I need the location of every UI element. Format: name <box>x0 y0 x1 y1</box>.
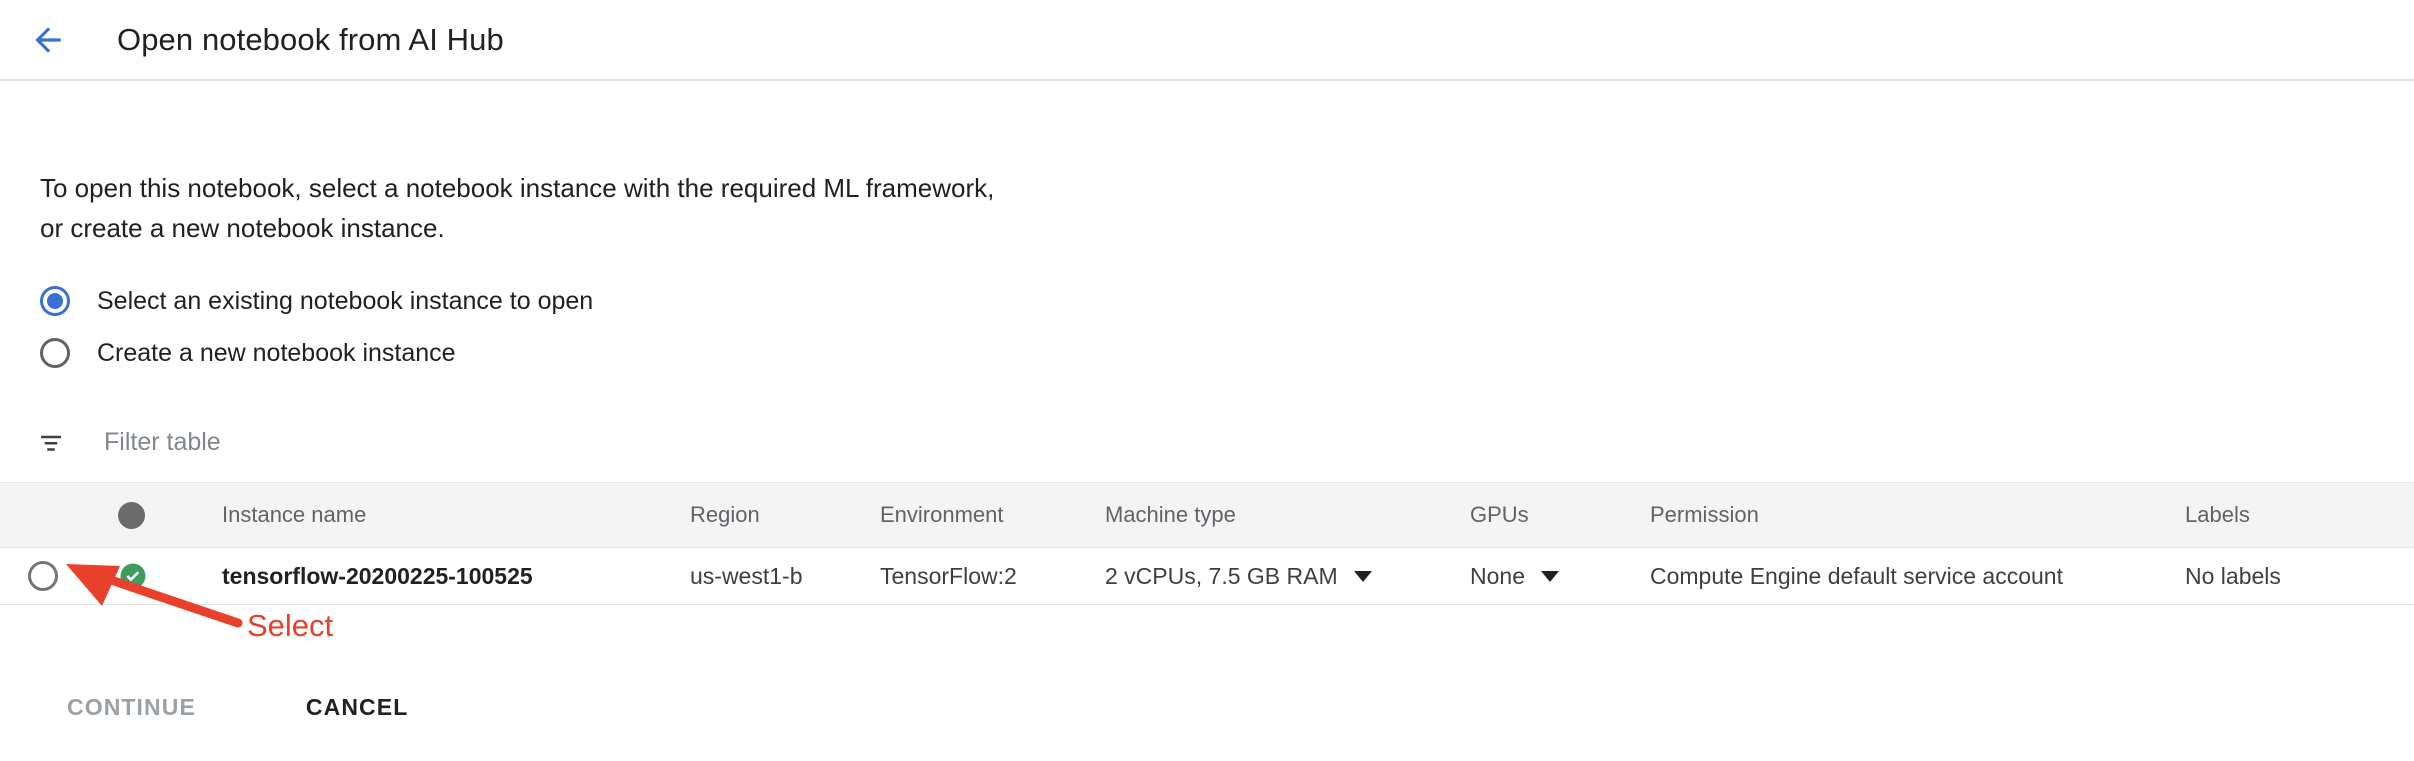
row-gpus-cell[interactable]: None <box>1470 548 1630 604</box>
instance-name-value: tensorflow-20200225-100525 <box>222 562 533 589</box>
description-text: To open this notebook, select a notebook… <box>40 173 995 243</box>
radio-existing-instance-label: Select an existing notebook instance to … <box>97 286 594 315</box>
environment-value: TensorFlow:2 <box>880 562 1017 589</box>
row-status-cell <box>118 548 178 604</box>
filter-list-icon[interactable] <box>36 427 66 457</box>
region-value: us-west1-b <box>690 562 803 589</box>
machine-type-chevron-down-icon[interactable] <box>1353 570 1372 582</box>
filter-bar: Filter table <box>36 420 221 464</box>
table-header-gpus[interactable]: GPUs <box>1470 483 1630 547</box>
row-instance-name-cell: tensorflow-20200225-100525 <box>222 548 672 604</box>
cancel-button[interactable]: CANCEL <box>286 682 428 733</box>
gpus-value: None <box>1470 562 1525 589</box>
radio-option-existing-instance[interactable]: Select an existing notebook instance to … <box>40 275 593 327</box>
table-header-environment[interactable]: Environment <box>880 483 1090 547</box>
arrow-left-icon <box>29 21 67 59</box>
table-header-row: Instance name Region Environment Machine… <box>0 482 2414 548</box>
check-circle-icon <box>118 561 148 591</box>
table-header-permission[interactable]: Permission <box>1650 483 2170 547</box>
table-header-region[interactable]: Region <box>690 483 870 547</box>
radio-option-new-instance[interactable]: Create a new notebook instance <box>40 327 593 379</box>
machine-type-value: 2 vCPUs, 7.5 GB RAM <box>1105 562 1338 589</box>
row-labels-cell: No labels <box>2185 548 2405 604</box>
table-header-select <box>28 483 88 547</box>
permission-value: Compute Engine default service account <box>1650 562 2063 589</box>
page-title: Open notebook from AI Hub <box>117 21 504 57</box>
row-environment-cell: TensorFlow:2 <box>880 548 1090 604</box>
instances-table: Instance name Region Environment Machine… <box>0 482 2414 605</box>
table-row[interactable]: tensorflow-20200225-100525 us-west1-b Te… <box>0 548 2414 605</box>
table-header-machine-type[interactable]: Machine type <box>1105 483 1435 547</box>
gpus-chevron-down-icon[interactable] <box>1540 570 1559 582</box>
row-radio-button[interactable] <box>28 561 58 591</box>
row-machine-type-cell[interactable]: 2 vCPUs, 7.5 GB RAM <box>1105 548 1435 604</box>
row-select-cell[interactable] <box>28 548 88 604</box>
radio-new-instance-control[interactable] <box>40 338 70 368</box>
labels-value: No labels <box>2185 562 2281 589</box>
annotation-label: Select <box>247 608 334 643</box>
filter-input[interactable]: Filter table <box>104 428 221 457</box>
table-header-instance-name[interactable]: Instance name <box>222 483 672 547</box>
continue-button[interactable]: CONTINUE <box>47 682 216 733</box>
notebook-mode-radio-group: Select an existing notebook instance to … <box>40 275 593 379</box>
table-header-labels[interactable]: Labels <box>2185 483 2405 547</box>
table-header-status <box>118 483 178 547</box>
row-region-cell: us-west1-b <box>690 548 870 604</box>
back-button[interactable] <box>20 12 76 68</box>
radio-new-instance-label: Create a new notebook instance <box>97 338 456 367</box>
dialog-actions: CONTINUE CANCEL <box>0 672 2414 742</box>
page-header: Open notebook from AI Hub <box>0 0 2414 81</box>
radio-existing-instance-control[interactable] <box>40 286 70 316</box>
row-permission-cell: Compute Engine default service account <box>1650 548 2170 604</box>
filled-circle-icon <box>118 501 145 529</box>
